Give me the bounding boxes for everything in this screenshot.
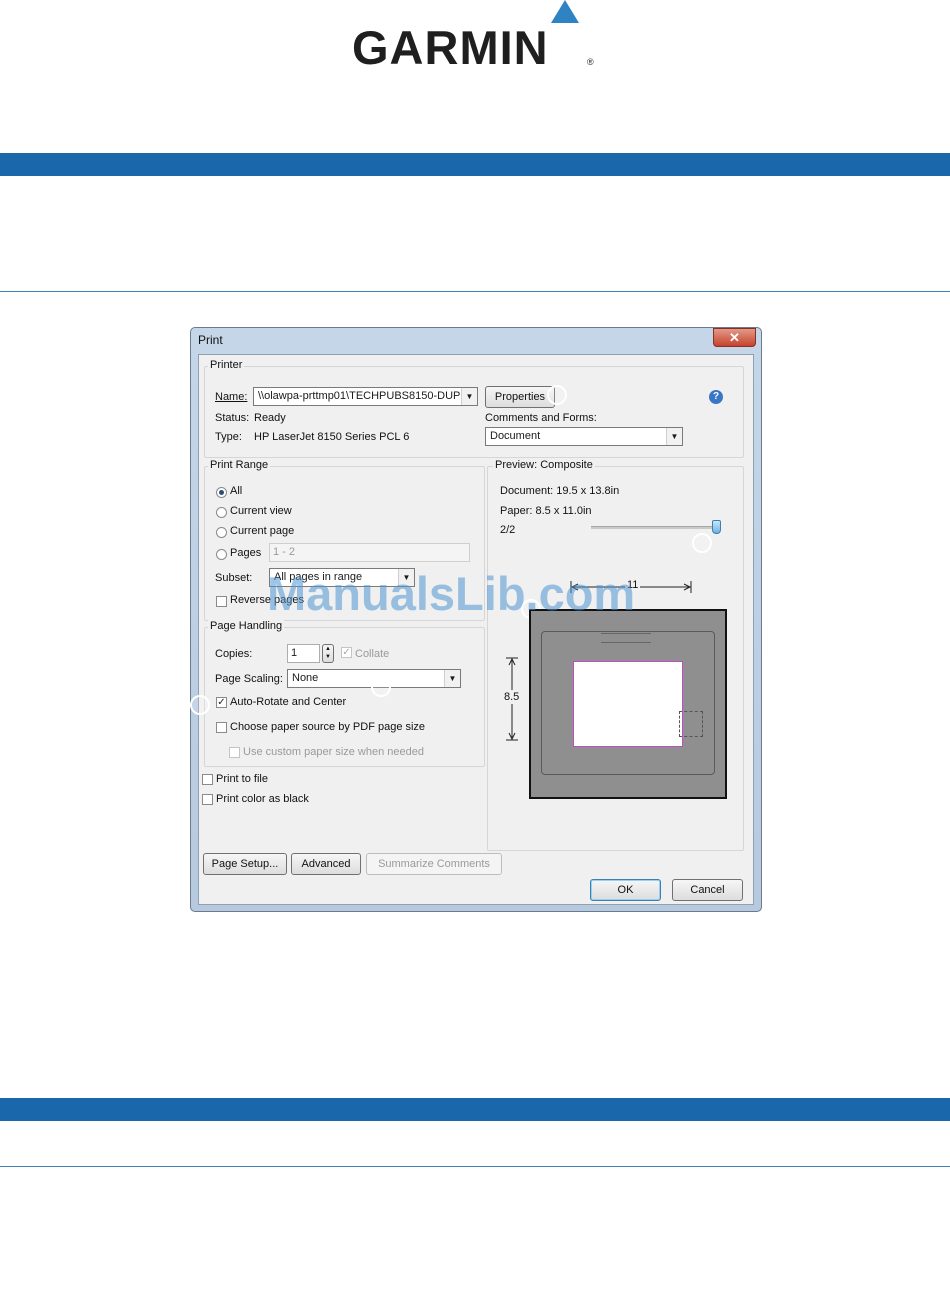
footer-rule [0, 1166, 950, 1167]
radio-current-page-label: Current page [230, 525, 295, 537]
radio-pages-label: Pages [230, 547, 262, 559]
auto-rotate-checkbox[interactable]: ✓ [216, 697, 227, 708]
radio-all[interactable] [216, 487, 227, 498]
close-button[interactable]: ✕ [713, 328, 756, 347]
print-to-file-label: Print to file [216, 773, 268, 785]
subset-label: Subset: [215, 572, 253, 584]
preview-page-counter: 2/2 [500, 524, 516, 536]
printer-name-label: Name: [215, 391, 248, 403]
page-setup-button[interactable]: Page Setup... [203, 853, 287, 875]
status-value: Ready [254, 412, 286, 424]
chevron-down-icon: ▼ [444, 670, 460, 687]
logo-registered-mark: ® [587, 57, 594, 67]
comments-forms-value: Document [490, 430, 541, 442]
page-handling-title: Page Handling [208, 620, 285, 632]
copies-label: Copies: [215, 648, 253, 660]
chevron-down-icon: ▼ [461, 388, 477, 405]
radio-current-view-label: Current view [230, 505, 292, 517]
collate-label: Collate [355, 648, 390, 660]
radio-current-view[interactable] [216, 507, 227, 518]
preview-paper-area [573, 661, 683, 747]
reverse-pages-checkbox[interactable] [216, 596, 227, 607]
header-rule [0, 291, 950, 292]
print-color-black-checkbox[interactable] [202, 794, 213, 805]
preview-document-size: Document: 19.5 x 13.8in [500, 485, 620, 497]
footer-band [0, 1098, 950, 1121]
preview-title: Preview: Composite [493, 459, 595, 471]
properties-button[interactable]: Properties [485, 386, 555, 408]
copies-stepper[interactable]: ▲ ▼ [322, 644, 334, 663]
callout-circle [547, 385, 567, 405]
page-slider-thumb[interactable] [712, 520, 721, 534]
print-preview-image [529, 609, 727, 799]
printer-group-title: Printer [208, 359, 245, 371]
summarize-comments-button[interactable]: Summarize Comments [366, 853, 502, 875]
copies-input[interactable]: 1 [287, 644, 320, 663]
custom-size-label: Use custom paper size when needed [243, 746, 424, 758]
radio-pages[interactable] [216, 549, 227, 560]
callout-circle [190, 695, 210, 715]
comments-forms-label: Comments and Forms: [485, 412, 597, 424]
printer-name-value: \\olawpa-prttmp01\TECHPUBS8150-DUPLI [258, 390, 470, 402]
print-color-black-label: Print color as black [216, 793, 309, 805]
paper-source-checkbox[interactable] [216, 722, 227, 733]
logo-triangle-icon [551, 0, 579, 23]
advanced-button[interactable]: Advanced [291, 853, 361, 875]
dialog-title: Print [198, 333, 223, 347]
dialog-client: Printer Name: \\olawpa-prttmp01\TECHPUBS… [190, 354, 754, 905]
comments-forms-select[interactable]: Document ▼ [485, 427, 683, 446]
custom-size-checkbox[interactable] [229, 747, 240, 758]
collate-checkbox[interactable]: ✓ [341, 647, 352, 658]
pages-input[interactable]: 1 - 2 [269, 543, 470, 562]
cancel-button[interactable]: Cancel [672, 879, 743, 901]
ok-button[interactable]: OK [590, 879, 661, 901]
preview-paper-size: Paper: 8.5 x 11.0in [500, 505, 592, 517]
preview-sheet-header [601, 633, 651, 643]
print-range-title: Print Range [208, 459, 271, 471]
logo-wordmark: GARMIN [352, 21, 549, 74]
preview-callout-box [679, 711, 703, 737]
type-label: Type: [215, 431, 242, 443]
header-band [0, 153, 950, 176]
type-value: HP LaserJet 8150 Series PCL 6 [254, 431, 410, 443]
paper-source-label: Choose paper source by PDF page size [230, 721, 426, 733]
callout-circle [371, 677, 391, 697]
printer-name-select[interactable]: \\olawpa-prttmp01\TECHPUBS8150-DUPLI ▼ [253, 387, 478, 406]
help-icon[interactable]: ? [709, 390, 723, 404]
page-scaling-label: Page Scaling: [215, 673, 283, 685]
chevron-down-icon: ▼ [666, 428, 682, 445]
watermark-text: ManualsLib.com [267, 567, 636, 620]
callout-circle [692, 533, 712, 553]
auto-rotate-label: Auto-Rotate and Center [230, 696, 347, 708]
page-slider-track[interactable] [591, 526, 719, 529]
garmin-logo: GARMIN ® [352, 0, 598, 72]
radio-current-page[interactable] [216, 527, 227, 538]
page-scaling-value: None [292, 672, 319, 684]
height-dimension-label: 8.5 [504, 690, 520, 704]
radio-all-label: All [230, 485, 243, 497]
print-to-file-checkbox[interactable] [202, 774, 213, 785]
status-label: Status: [215, 412, 250, 424]
